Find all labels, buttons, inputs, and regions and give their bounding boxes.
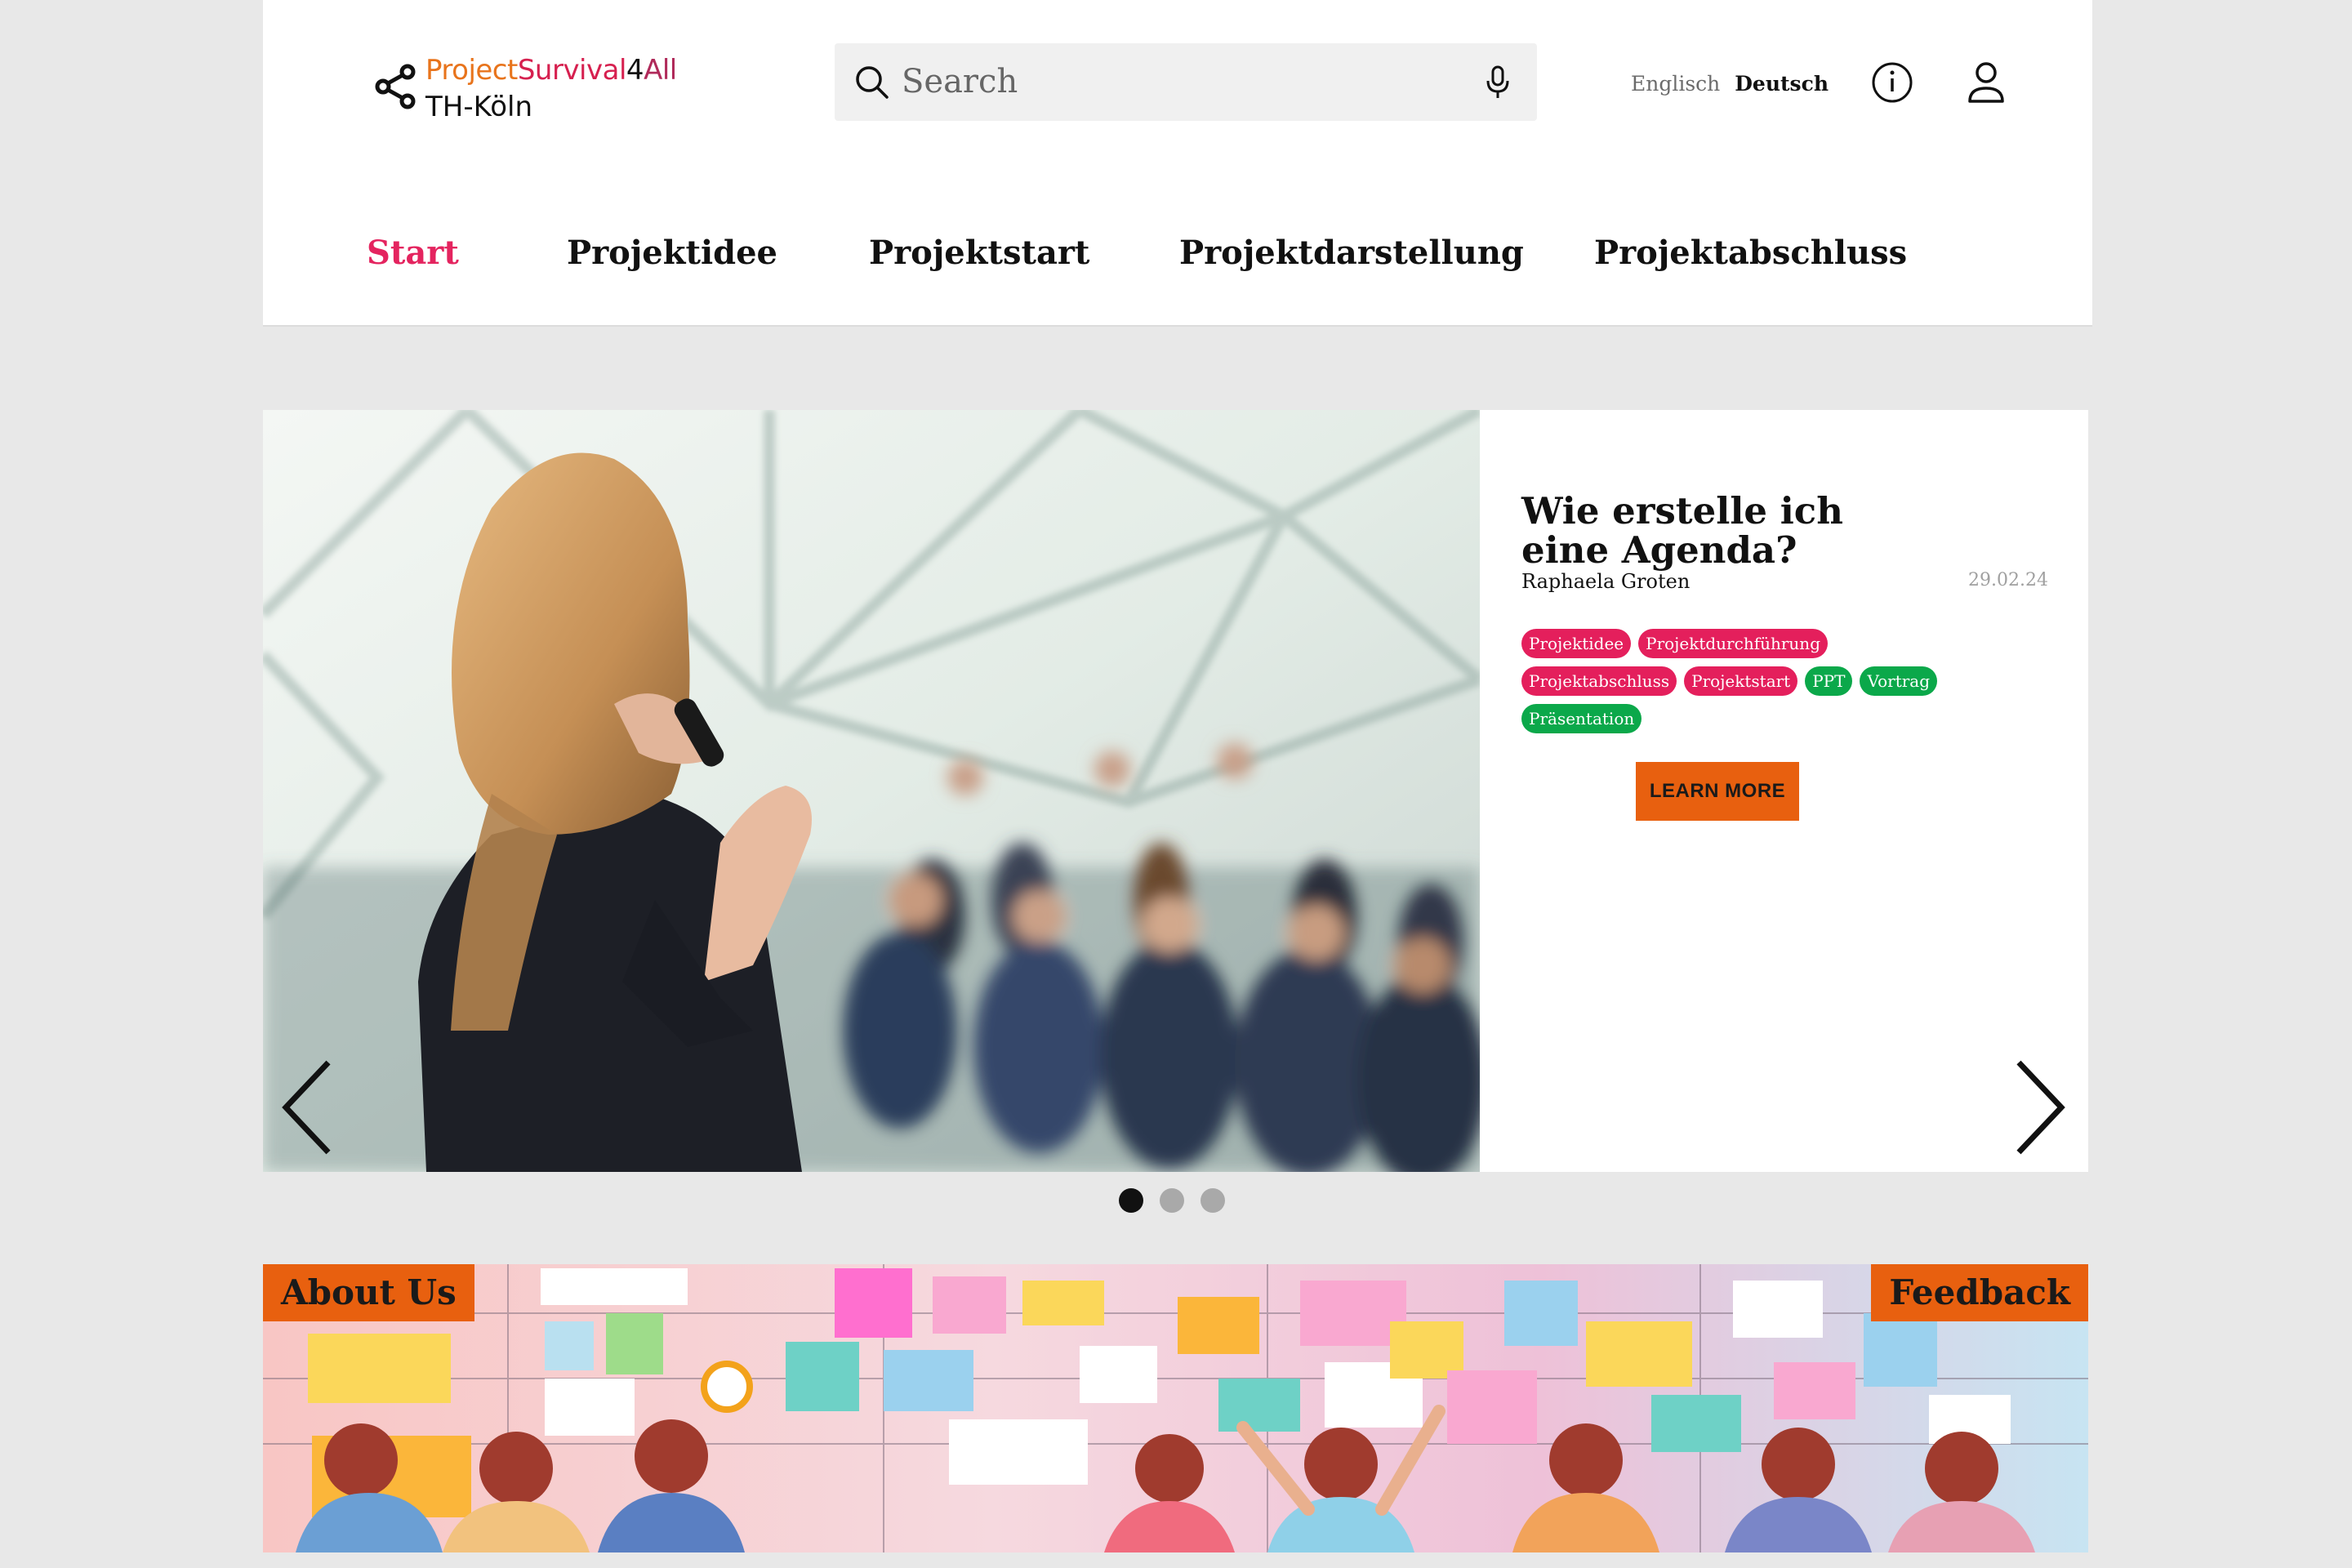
logo-subtitle: TH-Köln <box>425 91 533 123</box>
nav-item-projektabschluss[interactable]: Projektabschluss <box>1594 234 1907 272</box>
hero-image <box>263 410 1480 1172</box>
tag-projektstart[interactable]: Projektstart <box>1684 666 1798 696</box>
carousel-next-arrow-icon[interactable] <box>2011 1058 2068 1156</box>
tag-praesentation[interactable]: Präsentation <box>1521 704 1642 733</box>
tag-vortrag[interactable]: Vortrag <box>1860 666 1938 696</box>
info-icon[interactable] <box>1870 60 1914 105</box>
search-icon <box>856 66 889 99</box>
language-german[interactable]: Deutsch <box>1735 72 1829 96</box>
search-bar[interactable]: Search <box>835 43 1537 121</box>
feedback-link[interactable]: Feedback <box>1871 1264 2088 1321</box>
about-feedback-banner: About Us Feedback <box>263 1264 2088 1552</box>
nav-item-projektstart[interactable]: Projektstart <box>869 234 1089 272</box>
banner-illustration <box>263 1264 2088 1552</box>
microphone-icon[interactable] <box>1483 65 1512 100</box>
hero-carousel: Wie erstelle ich eine Agenda? Raphaela G… <box>263 410 2088 1172</box>
carousel-dot-3[interactable] <box>1200 1188 1225 1213</box>
site-header: ProjectSurvival4All TH-Köln Search Engli… <box>263 0 2092 327</box>
tag-projektidee[interactable]: Projektidee <box>1521 629 1632 658</box>
carousel-dot-1[interactable] <box>1119 1188 1143 1213</box>
logo-part-4: 4 <box>626 54 644 87</box>
tag-projektdurchfuehrung[interactable]: Projektdurchführung <box>1638 629 1828 658</box>
language-switcher: Englisch Deutsch <box>1631 72 1829 96</box>
carousel-prev-arrow-icon[interactable] <box>279 1058 336 1156</box>
site-logo[interactable]: ProjectSurvival4All TH-Köln <box>375 54 685 127</box>
user-icon[interactable] <box>1966 60 2007 105</box>
tag-list: Projektidee Projektdurchführung Projekta… <box>1521 629 1979 733</box>
tag-projektabschluss[interactable]: Projektabschluss <box>1521 666 1677 696</box>
logo-part-project: Project <box>425 54 518 87</box>
article-title[interactable]: Wie erstelle ich eine Agenda? <box>1521 492 1905 570</box>
search-input[interactable]: Search <box>902 63 1018 100</box>
nav-item-projektdarstellung[interactable]: Projektdarstellung <box>1179 234 1524 272</box>
nav-item-start[interactable]: Start <box>367 234 459 272</box>
main-navigation: Start Projektidee Projektstart Projektda… <box>263 229 2092 278</box>
share-icon <box>375 64 416 109</box>
hero-article: Wie erstelle ich eine Agenda? Raphaela G… <box>1521 492 2048 733</box>
carousel-indicators <box>1119 1188 1225 1213</box>
about-us-link[interactable]: About Us <box>263 1264 474 1321</box>
logo-part-all: All <box>644 54 677 87</box>
carousel-dot-2[interactable] <box>1160 1188 1184 1213</box>
language-english[interactable]: Englisch <box>1631 72 1720 96</box>
nav-item-projektidee[interactable]: Projektidee <box>567 234 777 272</box>
learn-more-button[interactable]: LEARN MORE <box>1636 762 1799 821</box>
tag-ppt[interactable]: PPT <box>1805 666 1853 696</box>
article-author: Raphaela Groten <box>1521 570 1690 593</box>
logo-part-survival: Survival <box>517 54 627 87</box>
article-date: 29.02.24 <box>1968 570 2048 590</box>
logo-wordmark: ProjectSurvival4All <box>425 54 677 87</box>
